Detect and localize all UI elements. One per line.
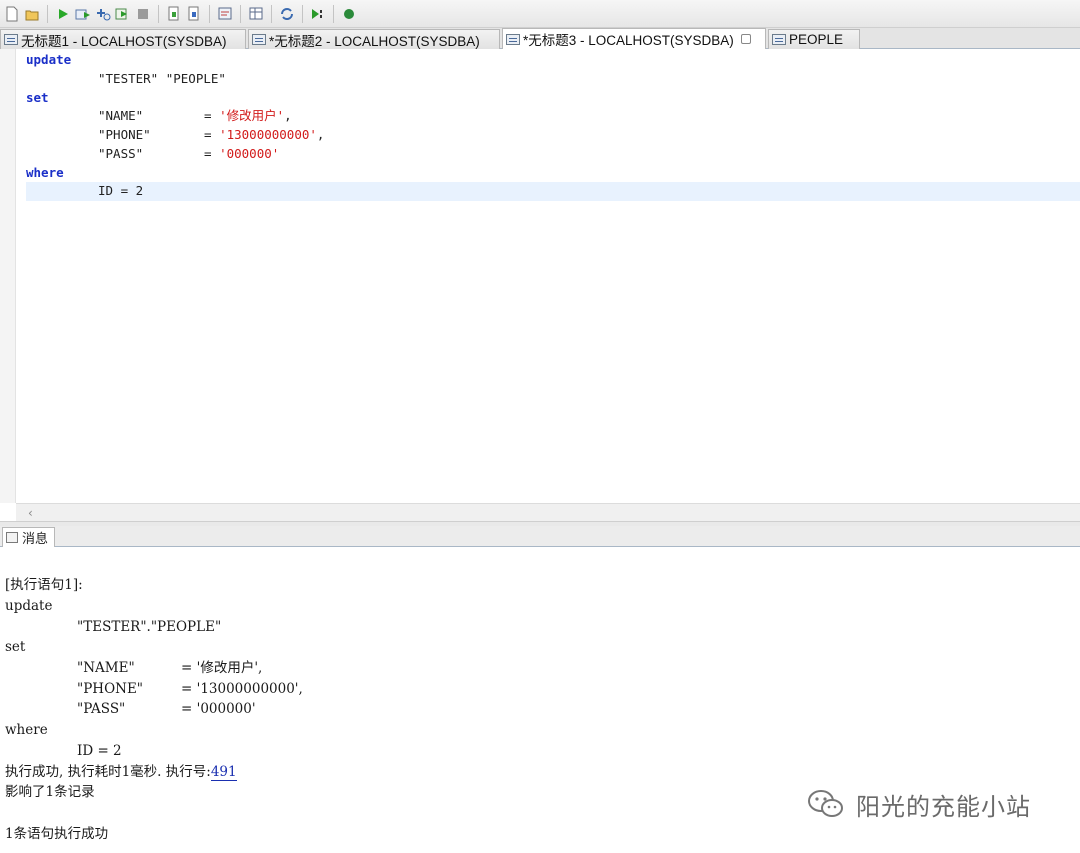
import-icon[interactable] — [165, 5, 183, 23]
sql-file-icon — [4, 34, 18, 45]
tab-messages-label: 消息 — [22, 532, 49, 547]
stop-icon[interactable] — [134, 5, 152, 23]
exec-number-link[interactable]: 491 — [210, 764, 237, 781]
horizontal-scrollbar[interactable]: ‹ — [16, 503, 1080, 521]
code-line: "PHONE" = '13000000000', — [26, 126, 1080, 145]
result-text: 执行成功, 执行耗时1毫秒. 执行号: — [5, 764, 211, 780]
open-file-icon[interactable] — [23, 5, 41, 23]
equals-sign: = — [204, 145, 212, 161]
string-value: '000000' — [219, 145, 280, 161]
output-line: "NAME" = '修改用户', — [5, 658, 262, 679]
scroll-left-icon[interactable]: ‹ — [28, 506, 33, 520]
keyword-where: where — [26, 164, 64, 180]
affected-rows-line: 影响了1条记录 — [5, 784, 95, 800]
output-value: = '13000000000', — [181, 681, 303, 697]
refresh-icon[interactable] — [278, 5, 296, 23]
output-condition: ID = 2 — [77, 743, 122, 759]
where-condition: ID = 2 — [98, 183, 144, 199]
toolbar-separator — [240, 4, 241, 23]
table-icon[interactable] — [247, 5, 265, 23]
run-icon[interactable] — [54, 5, 72, 23]
output-column: "PHONE" — [77, 681, 144, 697]
current-code-line: ID = 2 — [26, 182, 1080, 201]
output-line: "PASS" = '000000' — [5, 699, 256, 720]
watermark: 阳光的充能小站 — [806, 786, 1031, 822]
output-line: update — [5, 598, 53, 614]
summary-line: 1条语句执行成功 — [5, 826, 109, 842]
statement-header: [执行语句1]: — [5, 577, 83, 593]
tab-label: *无标题2 - LOCALHOST(SYSDBA) — [269, 33, 480, 49]
tab-people[interactable]: PEOPLE — [768, 29, 860, 49]
sql-file-icon — [506, 33, 520, 45]
code-line: update — [26, 51, 1080, 70]
string-value: '13000000000' — [219, 127, 317, 142]
output-value: = '000000' — [181, 701, 256, 717]
tab-label: 无标题1 - LOCALHOST(SYSDBA) — [21, 33, 227, 49]
keyword-set: set — [26, 89, 49, 105]
tab-untitled-3[interactable]: *无标题3 - LOCALHOST(SYSDBA) — [502, 28, 766, 49]
code-line: "NAME" = '修改用户', — [26, 107, 1080, 126]
export-icon[interactable] — [185, 5, 203, 23]
result-line: 执行成功, 执行耗时1毫秒. 执行号:491 — [5, 762, 237, 783]
string-value: '修改用户' — [219, 108, 285, 124]
tab-messages[interactable]: 消息 — [2, 527, 56, 547]
record-icon[interactable] — [340, 5, 358, 23]
explain-icon[interactable] — [94, 5, 112, 23]
code-line: set — [26, 89, 1080, 108]
tab-untitled-2[interactable]: *无标题2 - LOCALHOST(SYSDBA) — [248, 29, 500, 49]
toolbar-separator — [209, 4, 210, 23]
tab-label: *无标题3 - LOCALHOST(SYSDBA) — [523, 33, 734, 48]
output-table: "TESTER"."PEOPLE" — [77, 619, 222, 635]
output-line: set — [5, 639, 26, 655]
equals-sign: = — [204, 108, 212, 124]
output-line: where — [5, 722, 48, 738]
comma: , — [284, 108, 292, 124]
editor-gutter — [0, 49, 16, 503]
toolbar-separator — [158, 4, 159, 23]
code-line: "TESTER" "PEOPLE" — [26, 70, 1080, 89]
sql-editor[interactable]: update "TESTER" "PEOPLE" set "NAME" = '修改… — [0, 49, 1080, 503]
toolbar-separator — [333, 4, 334, 23]
watermark-text: 阳光的充能小站 — [856, 792, 1031, 821]
table-file-icon — [772, 34, 786, 45]
comma: , — [316, 127, 325, 142]
new-file-icon[interactable] — [3, 5, 21, 23]
step-icon[interactable] — [114, 5, 132, 23]
code-line: where — [26, 164, 1080, 183]
toolbar-separator — [302, 4, 303, 23]
output-line: ID = 2 — [5, 741, 122, 762]
toolbar-separator — [271, 4, 272, 23]
tab-untitled-1[interactable]: 无标题1 - LOCALHOST(SYSDBA) — [0, 29, 246, 49]
output-value: = '修改用户', — [181, 660, 263, 676]
column-name: "PHONE" — [98, 127, 151, 142]
keyword-update: update — [26, 52, 72, 67]
query-icon[interactable] — [216, 5, 234, 23]
tab-label: PEOPLE — [789, 32, 844, 47]
toolbar — [0, 0, 1080, 28]
message-icon — [6, 532, 18, 543]
table-name: "TESTER" "PEOPLE" — [98, 70, 226, 86]
close-tab-icon[interactable] — [740, 34, 751, 44]
run-script-icon[interactable] — [74, 5, 92, 23]
output-column: "PASS" — [77, 701, 126, 717]
editor-tab-bar: 无标题1 - LOCALHOST(SYSDBA) *无标题2 - LOCALHO… — [0, 28, 1080, 49]
output-line: "TESTER"."PEOPLE" — [5, 617, 221, 638]
message-panel-tabbar: 消息 — [0, 526, 1080, 547]
column-name: "NAME" — [98, 108, 144, 124]
toolbar-separator — [47, 4, 48, 23]
column-name: "PASS" — [98, 145, 144, 161]
wechat-icon — [808, 790, 843, 817]
code-area[interactable]: update "TESTER" "PEOPLE" set "NAME" = '修改… — [26, 51, 1080, 201]
sql-file-icon — [252, 34, 266, 45]
equals-sign: = — [204, 127, 212, 142]
output-line: "PHONE" = '13000000000', — [5, 679, 303, 700]
debug-icon[interactable] — [309, 5, 327, 23]
output-column: "NAME" — [77, 660, 135, 676]
code-line: "PASS" = '000000' — [26, 145, 1080, 164]
